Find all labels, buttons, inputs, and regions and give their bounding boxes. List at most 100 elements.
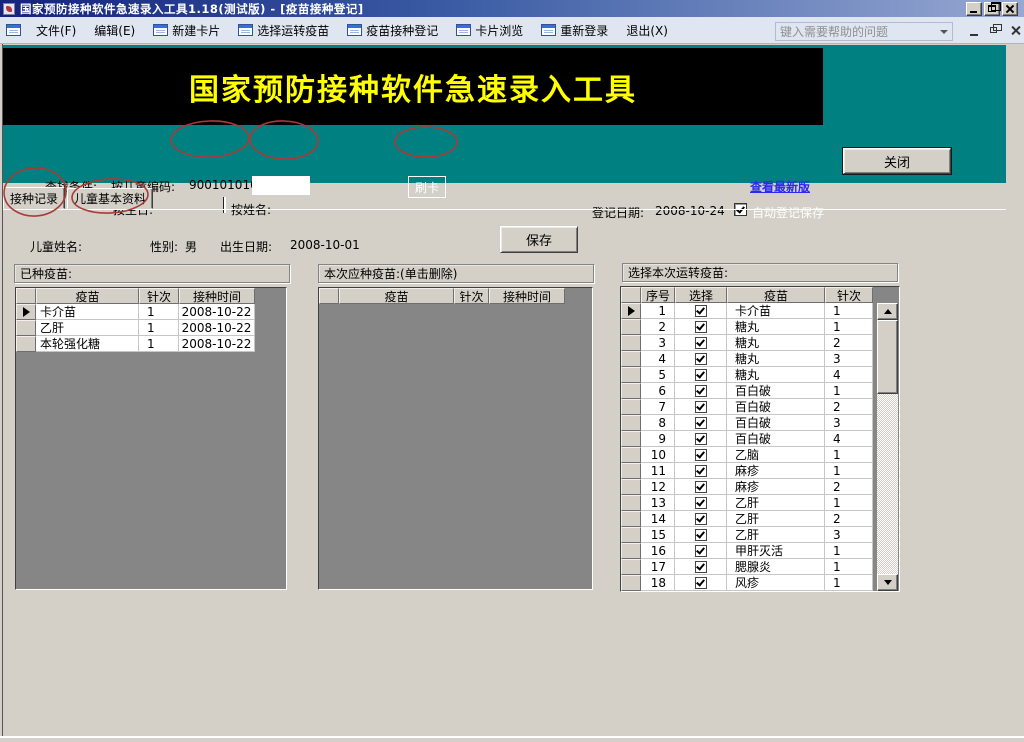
mdi-close-button[interactable]: [1010, 24, 1023, 37]
scroll-down-button[interactable]: [877, 574, 898, 591]
menu-card-browse[interactable]: 卡片浏览: [447, 18, 532, 43]
row-selector[interactable]: [621, 495, 641, 511]
row-selector[interactable]: [621, 415, 641, 431]
cell-select[interactable]: [675, 479, 727, 495]
row-selector[interactable]: [621, 447, 641, 463]
menu-exit[interactable]: 退出(X): [617, 18, 677, 43]
row-selector[interactable]: [621, 543, 641, 559]
table-row[interactable]: 本轮强化糖12008-10-22: [16, 336, 286, 352]
row-selector[interactable]: [621, 575, 641, 591]
cell-seq[interactable]: 7: [641, 399, 675, 415]
help-question-box[interactable]: 键入需要帮助的问题: [775, 22, 953, 41]
cell-seq[interactable]: 1: [641, 303, 675, 319]
cell-dose[interactable]: 1: [825, 463, 873, 479]
row-selector[interactable]: [621, 351, 641, 367]
cell-vaccine[interactable]: 乙肝: [727, 527, 825, 543]
cell-seq[interactable]: 2: [641, 319, 675, 335]
cell-vaccine[interactable]: 麻疹: [727, 463, 825, 479]
column-header-time[interactable]: 接种时间: [489, 288, 565, 304]
cell-select[interactable]: [675, 351, 727, 367]
cell-select[interactable]: [675, 559, 727, 575]
column-header-vaccine[interactable]: 疫苗: [36, 288, 139, 304]
menu-edit[interactable]: 编辑(E): [85, 18, 144, 43]
cell-seq[interactable]: 14: [641, 511, 675, 527]
cell-select[interactable]: [675, 415, 727, 431]
cell-select[interactable]: [675, 303, 727, 319]
cell-seq[interactable]: 16: [641, 543, 675, 559]
row-checkbox[interactable]: [695, 577, 707, 589]
cell-dose[interactable]: 3: [825, 415, 873, 431]
row-checkbox[interactable]: [695, 545, 707, 557]
column-header-dose[interactable]: 针次: [454, 288, 489, 304]
table-row[interactable]: 8百白破3: [621, 415, 899, 431]
row-checkbox[interactable]: [695, 449, 707, 461]
cell-seq[interactable]: 17: [641, 559, 675, 575]
row-checkbox[interactable]: [695, 481, 707, 493]
child-window-icon[interactable]: [6, 24, 21, 36]
table-row[interactable]: 4糖丸3: [621, 351, 899, 367]
cell-time[interactable]: 2008-10-22: [179, 320, 255, 336]
close-form-button[interactable]: 关闭: [843, 148, 951, 174]
cell-select[interactable]: [675, 495, 727, 511]
cell-dose[interactable]: 2: [825, 479, 873, 495]
table-row[interactable]: 10乙脑1: [621, 447, 899, 463]
cell-seq[interactable]: 11: [641, 463, 675, 479]
close-window-button[interactable]: [1002, 2, 1018, 16]
table-row[interactable]: 12 麻疹2: [621, 479, 899, 495]
cell-seq[interactable]: 10: [641, 447, 675, 463]
table-row[interactable]: 卡介苗12008-10-22: [16, 304, 286, 320]
row-checkbox[interactable]: [695, 369, 707, 381]
table-row[interactable]: 9百白破4: [621, 431, 899, 447]
menu-vaccination-register[interactable]: 疫苗接种登记: [338, 18, 447, 43]
cell-dose[interactable]: 1: [825, 303, 873, 319]
table-row[interactable]: 13乙肝1: [621, 495, 899, 511]
swipe-card-button[interactable]: 刷卡: [408, 176, 446, 198]
cell-select[interactable]: [675, 511, 727, 527]
cell-select[interactable]: [675, 367, 727, 383]
row-selector[interactable]: [621, 431, 641, 447]
row-checkbox[interactable]: [695, 401, 707, 413]
cell-dose[interactable]: 1: [825, 383, 873, 399]
cell-seq[interactable]: 9: [641, 431, 675, 447]
cell-vaccine[interactable]: 乙肝: [727, 495, 825, 511]
table-row[interactable]: 5糖丸4: [621, 367, 899, 383]
cell-select[interactable]: [675, 463, 727, 479]
cell-vaccine[interactable]: 糖丸: [727, 367, 825, 383]
cell-vaccine[interactable]: 麻疹: [727, 479, 825, 495]
cell-dose[interactable]: 1: [139, 336, 179, 352]
cell-time[interactable]: 2008-10-22: [179, 304, 255, 320]
row-checkbox[interactable]: [695, 433, 707, 445]
row-checkbox[interactable]: [695, 417, 707, 429]
table-row[interactable]: 14乙肝2: [621, 511, 899, 527]
row-selector[interactable]: [621, 383, 641, 399]
row-selector[interactable]: [621, 367, 641, 383]
table-row[interactable]: 6百白破1: [621, 383, 899, 399]
cell-vaccine[interactable]: 乙肝: [727, 511, 825, 527]
mdi-minimize-button[interactable]: [968, 24, 981, 37]
menu-select-transfer-vaccine[interactable]: 选择运转疫苗: [229, 18, 338, 43]
minimize-button[interactable]: [966, 2, 982, 16]
cell-vaccine[interactable]: 糖丸: [727, 319, 825, 335]
table-row[interactable]: 15乙肝3: [621, 527, 899, 543]
row-selector[interactable]: [621, 463, 641, 479]
row-selector[interactable]: [16, 304, 36, 320]
cell-dose[interactable]: 1: [825, 543, 873, 559]
cell-vaccine[interactable]: 本轮强化糖: [36, 336, 139, 352]
cell-time[interactable]: 2008-10-22: [179, 336, 255, 352]
row-checkbox[interactable]: [695, 561, 707, 573]
cell-dose[interactable]: 1: [825, 495, 873, 511]
cell-vaccine[interactable]: 风疹: [727, 575, 825, 591]
cell-seq[interactable]: 12: [641, 479, 675, 495]
code-input[interactable]: [252, 176, 310, 195]
cell-dose[interactable]: 1: [139, 304, 179, 320]
scrollbar-thumb[interactable]: [877, 320, 898, 394]
table-row[interactable]: 11 麻疹1: [621, 463, 899, 479]
cell-select[interactable]: [675, 543, 727, 559]
column-header-vaccine[interactable]: 疫苗: [339, 288, 454, 304]
table-row[interactable]: 1卡介苗1: [621, 303, 899, 319]
restore-button[interactable]: [984, 2, 1000, 16]
cell-vaccine[interactable]: 腮腺炎: [727, 559, 825, 575]
cell-seq[interactable]: 18: [641, 575, 675, 591]
cell-select[interactable]: [675, 399, 727, 415]
row-checkbox[interactable]: [695, 353, 707, 365]
